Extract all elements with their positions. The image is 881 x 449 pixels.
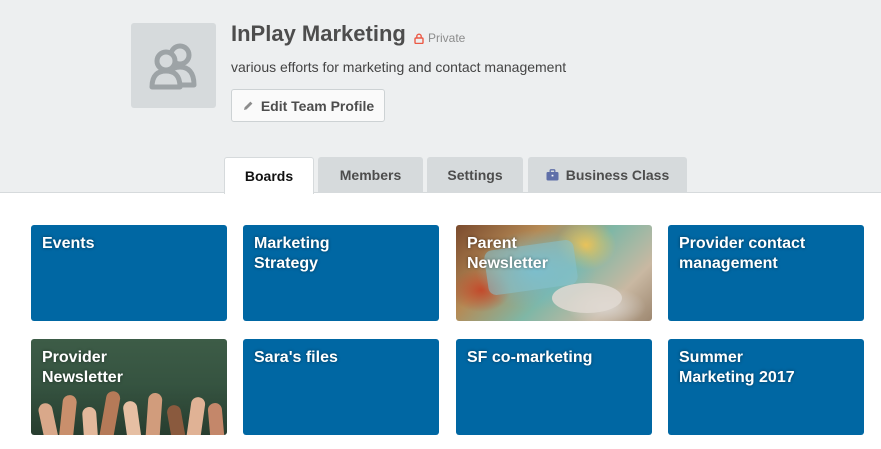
tab-label: Settings — [447, 167, 503, 183]
pencil-icon — [243, 101, 253, 110]
board-tile-marketing-strategy[interactable]: Marketing Strategy — [243, 225, 439, 321]
edit-team-profile-button[interactable]: Edit Team Profile — [231, 89, 385, 122]
tab-label: Members — [339, 167, 402, 183]
edit-team-profile-label: Edit Team Profile — [260, 97, 375, 114]
privacy-label: Private — [428, 31, 466, 45]
board-title: Provider contact management — [679, 235, 806, 272]
tab-boards[interactable]: Boards — [224, 157, 314, 194]
board-tile-summer-marketing-2017[interactable]: Summer Marketing 2017 — [668, 339, 864, 435]
tab-label: Business Class — [565, 167, 670, 183]
board-tile-provider-contact-management[interactable]: Provider contact management — [668, 225, 864, 321]
board-title: Parent Newsletter — [467, 235, 548, 272]
board-title: Provider Newsletter — [42, 349, 123, 386]
team-avatar — [131, 23, 216, 108]
privacy-indicator[interactable]: Private — [414, 31, 465, 45]
board-tile-sf-co-marketing[interactable]: SF co-marketing — [456, 339, 652, 435]
board-title: Marketing Strategy — [254, 235, 330, 272]
tab-settings[interactable]: Settings — [427, 157, 523, 193]
board-tile-parent-newsletter[interactable]: Parent Newsletter — [456, 225, 652, 321]
board-title: Summer Marketing 2017 — [679, 349, 795, 386]
lock-icon — [414, 33, 424, 44]
team-description: various efforts for marketing and contac… — [231, 59, 567, 75]
briefcase-icon — [546, 169, 559, 181]
board-title: SF co-marketing — [467, 349, 593, 366]
board-tile-provider-newsletter[interactable]: Provider Newsletter — [31, 339, 227, 435]
board-title: Events — [42, 235, 95, 252]
tab-label: Boards — [244, 168, 294, 184]
tab-members[interactable]: Members — [318, 157, 423, 193]
team-icon — [149, 43, 196, 89]
team-name: InPlay Marketing — [231, 21, 406, 46]
tab-business-class[interactable]: Business Class — [528, 157, 687, 193]
board-tile-saras-files[interactable]: Sara's files — [243, 339, 439, 435]
board-title: Sara's files — [254, 349, 338, 366]
board-tile-events[interactable]: Events — [31, 225, 227, 321]
